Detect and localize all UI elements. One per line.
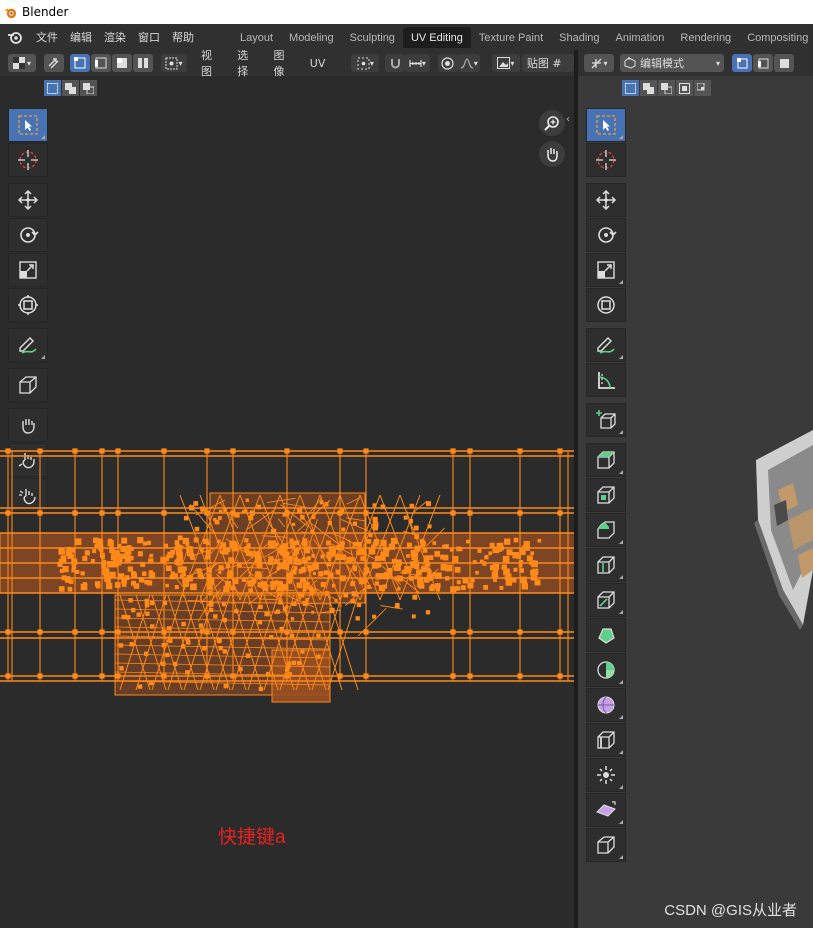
image-name-field[interactable]: 贴图 #	[521, 54, 574, 72]
face-select-icon	[116, 58, 127, 68]
tool-rotate[interactable]	[8, 218, 48, 252]
title-bar: Blender	[0, 0, 813, 24]
uv-editor-header: ▾ ▾ 视图 选择 图像 UV ▾ ▾ ▾ ▾ 贴图 #	[0, 50, 574, 79]
rotate-icon	[20, 227, 39, 243]
tab-uv-editing[interactable]: UV Editing	[402, 27, 471, 48]
tool-scale[interactable]	[8, 253, 48, 287]
cursor-3d-icon	[18, 150, 38, 170]
tool-cursor[interactable]	[8, 143, 48, 177]
select-mode-edge[interactable]	[90, 54, 111, 72]
annotate-pencil-icon	[19, 337, 37, 354]
tab-rendering[interactable]: Rendering	[672, 27, 739, 48]
menu-image[interactable]: 图像	[266, 50, 302, 79]
sync-arrows-icon	[48, 57, 59, 68]
uv-editor-area[interactable]: ▾ ▾ 视图 选择 图像 UV ▾ ▾ ▾ ▾ 贴图 # ‹ 快捷键a	[0, 50, 575, 928]
zoom-gizmo[interactable]	[539, 110, 565, 136]
menu-uv[interactable]: UV	[302, 57, 334, 70]
image-name-label: 贴图 #	[526, 57, 562, 70]
zoom-magnifier-icon	[544, 116, 559, 131]
hand-relax-icon	[18, 453, 35, 469]
select-new-button[interactable]	[44, 80, 61, 96]
tool-relax[interactable]	[8, 443, 48, 477]
3d-viewport-area[interactable]: ▾ 编辑模式 ▾ CSDN @GIS从业者	[578, 50, 813, 928]
sticky-select-icon	[165, 57, 178, 69]
sync-selection-toggle[interactable]	[43, 54, 64, 72]
select-extend-icon	[65, 82, 76, 94]
move-arrows-icon	[17, 189, 39, 211]
menu-select[interactable]: 选择	[229, 50, 265, 79]
tab-sculpting[interactable]: Sculpting	[342, 27, 403, 48]
proportional-icon	[441, 56, 454, 70]
tool-pinch[interactable]	[8, 478, 48, 512]
csdn-watermark: CSDN @GIS从业者	[664, 902, 797, 919]
magnet-icon	[390, 58, 400, 68]
snap-target-dropdown[interactable]: ▾	[405, 54, 430, 72]
chevron-down-icon: ▾	[369, 58, 374, 68]
chevron-down-icon: ▾	[26, 58, 31, 68]
tab-compositing[interactable]: Compositing	[739, 27, 813, 48]
menu-render[interactable]: 渲染	[98, 29, 132, 45]
tool-move[interactable]	[8, 183, 48, 217]
select-mode-island[interactable]	[132, 54, 153, 72]
rip-box-icon	[19, 376, 37, 394]
window-title: Blender	[22, 5, 69, 19]
falloff-curve-icon	[460, 57, 473, 69]
proportional-falloff-dropdown[interactable]: ▾	[457, 54, 480, 72]
tab-animation[interactable]: Animation	[608, 27, 673, 48]
menu-edit[interactable]: 编辑	[64, 29, 98, 45]
image-icon	[497, 57, 511, 69]
tool-grab[interactable]	[8, 408, 48, 442]
shortcut-annotation: 快捷键a	[218, 827, 286, 848]
menu-window[interactable]: 窗口	[132, 29, 166, 45]
proportional-editing-toggle[interactable]	[437, 54, 458, 72]
chevron-down-icon: ▾	[421, 58, 426, 68]
tool-select-box[interactable]	[8, 108, 48, 142]
blender-logo-icon	[4, 8, 17, 18]
tab-modeling[interactable]: Modeling	[281, 27, 342, 48]
pivot-icon	[357, 57, 370, 69]
vertex-select-icon	[73, 57, 86, 69]
pan-gizmo[interactable]	[539, 141, 565, 167]
scale-icon	[19, 261, 37, 279]
tab-texture-paint[interactable]: Texture Paint	[471, 27, 551, 48]
uv-select-mode-bar	[44, 77, 98, 99]
hand-grab-icon	[22, 419, 35, 434]
select-subtract-icon	[83, 82, 94, 94]
tab-shading[interactable]: Shading	[551, 27, 607, 48]
tool-rip[interactable]	[8, 368, 48, 402]
blender-window: Blender 文件 编辑 渲染 窗口 帮助 Layout Modeling S…	[0, 0, 813, 928]
menu-view[interactable]: 视图	[193, 50, 229, 79]
pivot-point-dropdown[interactable]: ▾	[351, 54, 380, 72]
hand-pan-icon	[547, 148, 558, 162]
checker-icon	[12, 57, 25, 69]
transform-icon	[18, 295, 38, 315]
select-mode-vertex[interactable]	[69, 54, 90, 72]
tool-transform[interactable]	[8, 288, 48, 322]
workspace-tabs: Layout Modeling Sculpting UV Editing Tex…	[232, 27, 813, 48]
snap-increment-icon	[409, 59, 422, 67]
island-select-icon	[137, 58, 148, 68]
chevron-down-icon: ▾	[473, 58, 478, 68]
menu-help[interactable]: 帮助	[166, 29, 200, 45]
tool-annotate[interactable]	[8, 328, 48, 362]
chevron-down-icon: ▾	[178, 58, 183, 68]
tab-layout[interactable]: Layout	[232, 27, 281, 48]
image-browse-dropdown[interactable]: ▾	[491, 54, 520, 72]
uv-mesh-islands[interactable]	[0, 50, 575, 928]
select-extend-button[interactable]	[62, 80, 79, 96]
edge-select-icon	[94, 57, 107, 69]
chevron-down-icon: ▾	[510, 58, 515, 68]
editor-type-dropdown[interactable]: ▾	[8, 54, 36, 72]
sticky-selection-dropdown[interactable]: ▾	[160, 54, 188, 72]
blender-menu-icon[interactable]	[0, 30, 30, 44]
hand-pinch-icon	[19, 489, 36, 505]
sidebar-toggle-chevron-icon[interactable]: ‹	[566, 114, 570, 125]
snap-toggle[interactable]	[385, 54, 406, 72]
select-subtract-button[interactable]	[80, 80, 97, 96]
building-model-preview[interactable]	[578, 50, 813, 928]
select-set-icon	[47, 82, 58, 94]
select-mode-face[interactable]	[111, 54, 132, 72]
select-box-cursor-icon	[18, 115, 38, 135]
menu-file[interactable]: 文件	[30, 29, 64, 45]
